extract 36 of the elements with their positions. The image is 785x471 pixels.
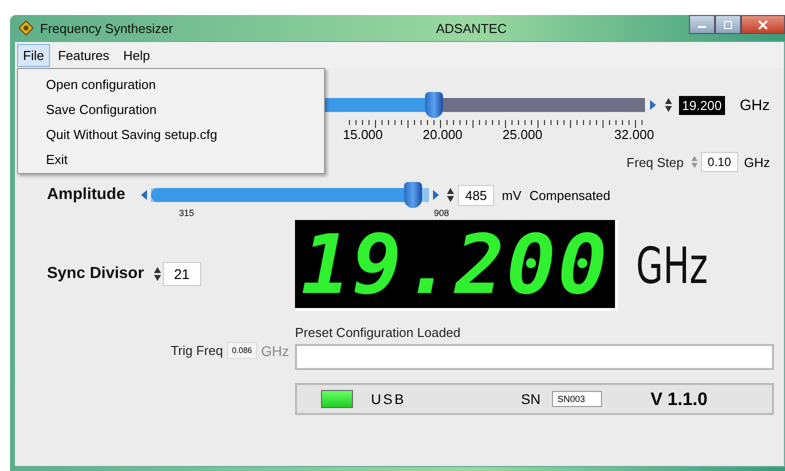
menu-item[interactable]: Open configuration [46, 75, 324, 94]
trig-freq-field: 0.086 [226, 342, 257, 359]
window-title: Frequency Synthesizer [40, 20, 174, 36]
amplitude-field[interactable]: 485 [458, 184, 494, 206]
unit-label: mV [502, 188, 522, 202]
company-name: ADSANTEC [436, 20, 508, 36]
menu-item[interactable]: Save Configuration [46, 100, 324, 119]
unit-label: GHz [261, 342, 289, 358]
menu-item[interactable]: Quit Without Saving setup.cfg [46, 125, 324, 144]
max-label: 908 [434, 208, 450, 218]
frequency-display: 19.200 [295, 220, 618, 311]
version-label: V 1.1.0 [650, 388, 708, 410]
sync-divisor-field[interactable]: 21 [162, 262, 201, 286]
usb-label: USB [371, 391, 407, 407]
tick-label: 32.000 [614, 127, 654, 142]
trig-freq-label: Trig Freq [170, 343, 223, 358]
frequency-field[interactable]: 19.200 [679, 96, 725, 114]
tick-label: 25.000 [502, 127, 542, 142]
tick-label: 15.000 [343, 127, 383, 142]
sync-divisor-label: Sync Divisor [47, 265, 144, 283]
freq-step-label: Freq Step [626, 154, 684, 170]
unit-label: GHz [740, 96, 770, 114]
display-unit: GHz [636, 236, 708, 294]
unit-label: GHz [744, 154, 770, 170]
menu-item[interactable]: Exit [46, 150, 324, 169]
preset-status-label: Preset Configuration Loaded [295, 325, 462, 340]
serial-number-label: SN [521, 391, 540, 407]
serial-number-field: SN003 [552, 391, 602, 407]
menu-item[interactable]: File [17, 44, 50, 66]
tick-label: 20.000 [422, 127, 463, 142]
compensation-label: Compensated [529, 188, 610, 202]
menu-item[interactable]: Help [117, 44, 156, 66]
freq-step-field[interactable]: 0.10 [700, 152, 738, 172]
min-label: 315 [179, 208, 194, 218]
menu-item[interactable]: Features [52, 44, 116, 66]
amplitude-label: Amplitude [47, 186, 126, 204]
